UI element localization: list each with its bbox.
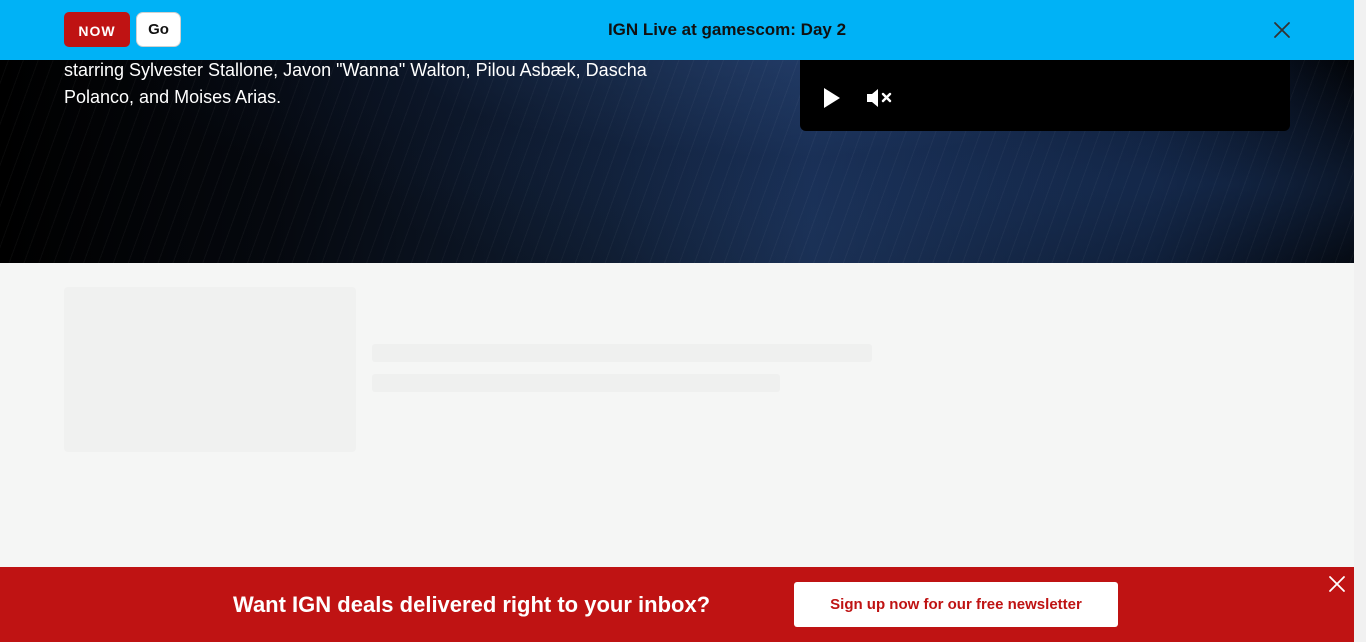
skeleton-title-line bbox=[372, 344, 872, 362]
skeleton-thumbnail bbox=[64, 287, 356, 452]
newsletter-banner: Want IGN deals delivered right to your i… bbox=[0, 567, 1354, 642]
live-event-banner: NOW Go IGN Live at gamescom: Day 2 bbox=[0, 0, 1354, 60]
close-icon[interactable] bbox=[1328, 575, 1346, 593]
volume-muted-icon[interactable] bbox=[866, 87, 894, 109]
live-event-title[interactable]: IGN Live at gamescom: Day 2 bbox=[0, 0, 1354, 60]
play-icon[interactable] bbox=[822, 86, 842, 110]
skeleton-subtitle-line bbox=[372, 374, 780, 392]
close-icon[interactable] bbox=[1272, 20, 1292, 40]
hero-description: starring Sylvester Stallone, Javon "Wann… bbox=[64, 60, 647, 107]
newsletter-signup-button[interactable]: Sign up now for our free newsletter bbox=[794, 582, 1118, 627]
newsletter-prompt: Want IGN deals delivered right to your i… bbox=[233, 591, 711, 617]
scrollbar[interactable] bbox=[1354, 0, 1366, 642]
